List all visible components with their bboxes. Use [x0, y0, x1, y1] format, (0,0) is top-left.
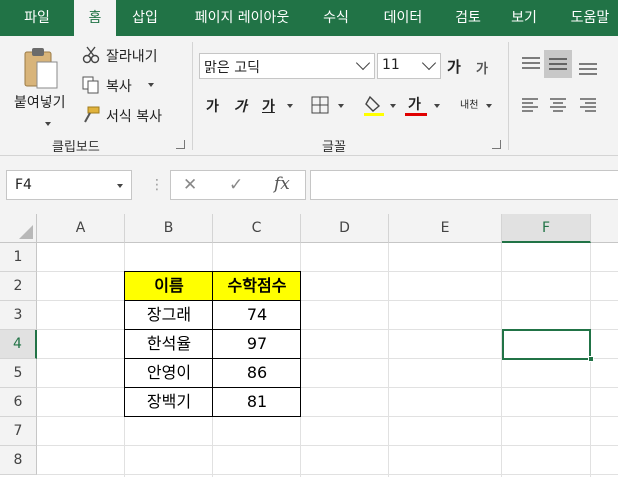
bold-button[interactable]: 가 — [206, 96, 219, 116]
copy-icon — [82, 76, 99, 94]
ribbon-home: 붙여넣기 잘라내기 복사 서식 복사 클립보드 맑은 고딕 11 가 가 가 가… — [0, 36, 618, 156]
row-header-2[interactable]: 2 — [0, 272, 37, 301]
formula-buttons: ✕ ✓ fx — [170, 170, 306, 200]
tab-help[interactable]: 도움말 — [560, 0, 618, 36]
tab-data[interactable]: 데이터 — [372, 0, 434, 36]
align-center-icon[interactable] — [550, 98, 568, 112]
chevron-down-icon — [355, 55, 371, 71]
column-header-g[interactable] — [591, 214, 618, 243]
tab-formulas[interactable]: 수식 — [314, 0, 358, 36]
chevron-down-icon — [421, 55, 437, 71]
tab-home[interactable]: 홈 — [74, 0, 116, 36]
italic-button[interactable]: 가 — [234, 96, 247, 116]
font-size-select[interactable]: 11 — [377, 53, 441, 79]
formula-bar-grip-icon: ⋮ — [150, 177, 164, 193]
insert-function-button[interactable]: fx — [274, 174, 290, 194]
middle-align-button[interactable] — [544, 50, 572, 78]
enter-icon[interactable]: ✓ — [229, 175, 243, 195]
cancel-icon[interactable]: ✕ — [183, 175, 197, 195]
underline-button[interactable]: 가 — [262, 96, 275, 116]
column-header-e[interactable]: E — [389, 214, 502, 243]
align-right-icon[interactable] — [580, 98, 598, 112]
font-name-select[interactable]: 맑은 고딕 — [199, 53, 375, 79]
grow-font-button[interactable]: 가 — [447, 56, 461, 77]
copy-dropdown-icon[interactable] — [148, 83, 154, 87]
middle-align-icon — [549, 58, 567, 70]
font-color-swatch — [405, 113, 427, 116]
format-painter-icon — [84, 106, 100, 123]
table-border — [124, 300, 301, 301]
formula-input[interactable] — [310, 170, 618, 200]
tab-review[interactable]: 검토 — [446, 0, 490, 36]
group-divider — [192, 42, 193, 150]
group-divider — [508, 42, 509, 150]
row-header-8[interactable]: 8 — [0, 446, 37, 475]
font-color-dropdown-icon[interactable] — [434, 104, 440, 108]
gridline — [37, 474, 618, 475]
column-header-a[interactable]: A — [37, 214, 125, 243]
gridline — [37, 445, 618, 446]
column-header-d[interactable]: D — [301, 214, 389, 243]
table-border — [124, 329, 301, 330]
copy-button[interactable]: 복사 — [106, 76, 132, 96]
table-border — [212, 271, 213, 417]
row-header-7[interactable]: 7 — [0, 417, 37, 446]
scissors-icon — [82, 46, 100, 64]
align-left-icon[interactable] — [522, 98, 540, 112]
format-painter-button[interactable]: 서식 복사 — [106, 106, 162, 126]
underline-dropdown-icon[interactable] — [287, 104, 293, 108]
table-border — [124, 387, 301, 388]
top-align-icon[interactable] — [521, 56, 541, 72]
select-all-button[interactable] — [0, 214, 37, 243]
clipboard-paste-icon — [24, 48, 58, 89]
font-color-button[interactable]: 가 — [408, 94, 421, 114]
gridline — [388, 243, 389, 477]
active-cell-f4[interactable] — [502, 329, 591, 360]
clipboard-launcher-icon[interactable] — [176, 140, 185, 149]
font-group-label: 글꼴 — [322, 140, 346, 155]
name-box-dropdown-icon[interactable] — [117, 184, 123, 188]
tab-file[interactable]: 파일 — [12, 0, 62, 36]
clipboard-group-label: 클립보드 — [52, 140, 100, 155]
column-header-f[interactable]: F — [502, 214, 591, 243]
table-border — [124, 358, 301, 359]
tab-view[interactable]: 보기 — [502, 0, 546, 36]
bottom-align-icon[interactable] — [578, 60, 598, 76]
tab-insert[interactable]: 삽입 — [122, 0, 168, 36]
column-header-b[interactable]: B — [125, 214, 213, 243]
name-box-value: F4 — [15, 177, 32, 193]
phonetic-guide-button[interactable]: 내천 — [460, 96, 478, 111]
column-header-c[interactable]: C — [213, 214, 301, 243]
tab-page-layout[interactable]: 페이지 레이아웃 — [180, 0, 304, 36]
gridline — [501, 243, 502, 477]
row-header-1[interactable]: 1 — [0, 243, 37, 272]
cut-button[interactable]: 잘라내기 — [106, 46, 158, 66]
paste-dropdown-icon[interactable] — [45, 122, 51, 126]
paste-button[interactable]: 붙여넣기 — [8, 42, 74, 132]
borders-icon[interactable] — [311, 96, 329, 114]
fill-handle[interactable] — [588, 356, 594, 362]
row-header-4[interactable]: 4 — [0, 330, 37, 359]
ribbon-tab-bar: 파일 홈 삽입 페이지 레이아웃 수식 데이터 검토 보기 도움말 — [0, 0, 618, 36]
font-size-value: 11 — [382, 57, 400, 73]
fill-color-icon[interactable] — [364, 94, 386, 116]
shrink-font-button[interactable]: 가 — [476, 58, 488, 77]
phonetic-dropdown-icon[interactable] — [486, 104, 492, 108]
font-name-value: 맑은 고딕 — [204, 60, 260, 76]
fill-color-dropdown-icon[interactable] — [390, 104, 396, 108]
font-launcher-icon[interactable] — [492, 140, 501, 149]
name-box[interactable]: F4 — [6, 170, 132, 200]
paste-label: 붙여넣기 — [14, 95, 66, 111]
row-header-3[interactable]: 3 — [0, 301, 37, 330]
row-header-6[interactable]: 6 — [0, 388, 37, 417]
borders-dropdown-icon[interactable] — [338, 104, 344, 108]
row-header-5[interactable]: 5 — [0, 359, 37, 388]
